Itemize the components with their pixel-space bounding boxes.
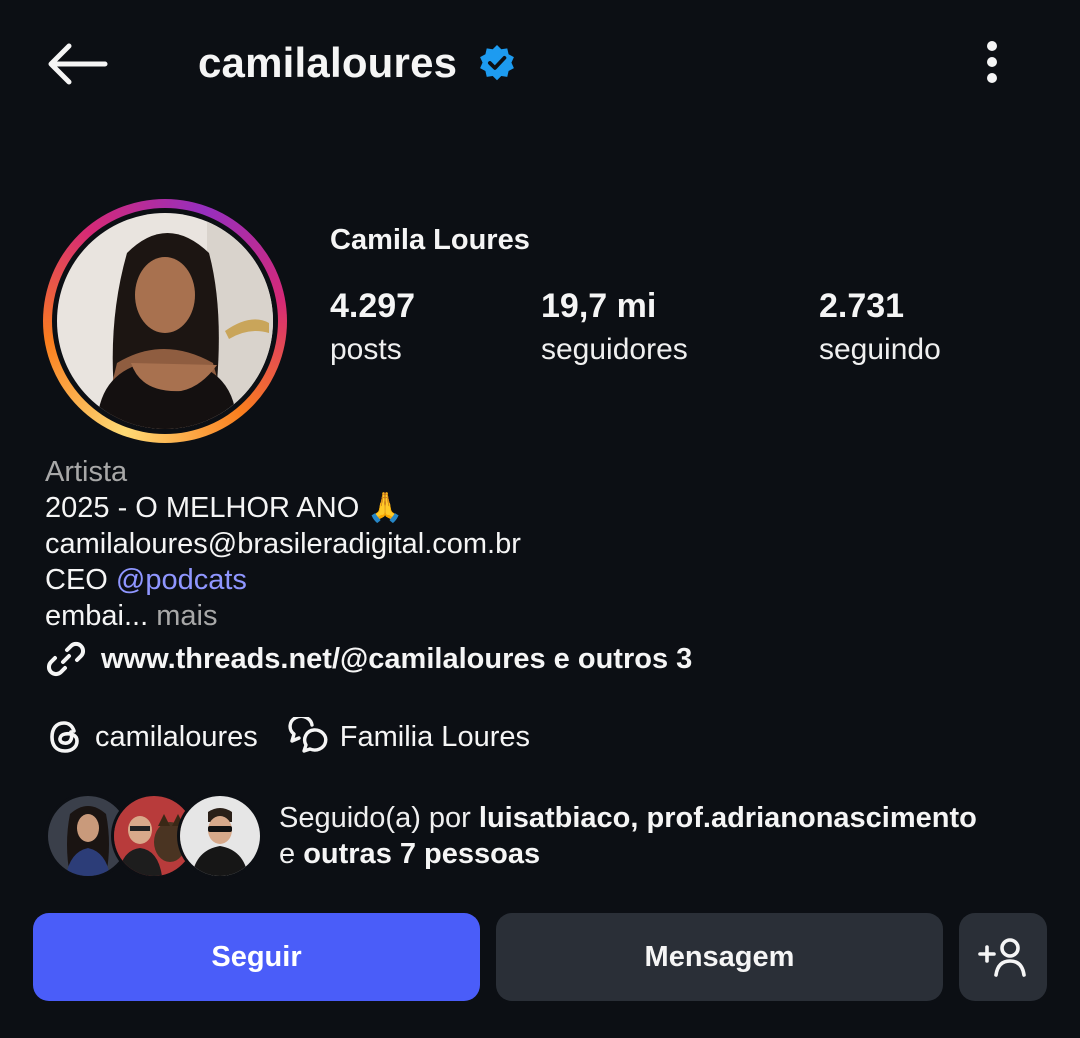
mutual-followers[interactable]: Seguido(a) por luisatbiaco, prof.adriano…	[45, 793, 977, 879]
display-name: Camila Loures	[330, 224, 530, 256]
verified-badge-icon	[477, 43, 517, 83]
bio-line: 2025 - O MELHOR ANO 🙏	[45, 492, 404, 524]
bio-more-link[interactable]: mais	[156, 600, 217, 632]
profile-chips: camilaloures Familia Loures	[45, 716, 530, 758]
bio-mention-link[interactable]: @podcats	[116, 564, 247, 596]
stat-following-label: seguindo	[819, 333, 941, 366]
arrow-left-icon	[48, 43, 108, 85]
stat-followers[interactable]: 19,7 mi seguidores	[541, 286, 688, 372]
mutual-others: outras 7 pessoas	[303, 838, 541, 870]
mutual-separator: ,	[630, 802, 647, 834]
link-icon	[46, 641, 86, 677]
bio-truncated-text: embai...	[45, 600, 157, 632]
profile-avatar-story-ring[interactable]	[43, 199, 287, 443]
mutual-avatars	[45, 793, 263, 879]
threads-chip-label: camilaloures	[95, 720, 258, 753]
mutual-user-2: prof.adrianonascimento	[646, 802, 977, 834]
back-button[interactable]	[40, 36, 114, 92]
external-link[interactable]: www.threads.net/@camilaloures e outros 3	[45, 638, 692, 680]
external-link-text: www.threads.net/@camilaloures e outros 3	[101, 642, 693, 675]
stat-posts-label: posts	[330, 333, 402, 366]
profile-screen: camilaloures Camila Loures 4.297 posts 1…	[0, 0, 1080, 1038]
bio-category: Artista	[45, 456, 128, 488]
follow-button[interactable]: Seguir	[33, 913, 480, 1001]
followed-and: e	[279, 838, 304, 870]
username: camilaloures	[198, 39, 458, 86]
stat-posts[interactable]: 4.297 posts	[330, 286, 415, 372]
community-chat-icon	[288, 717, 328, 753]
community-chip-label: Familia Loures	[339, 720, 530, 753]
bio-line-ceo: CEO @podcats	[45, 562, 1045, 598]
followed-prefix: Seguido(a) por	[279, 802, 479, 834]
message-button[interactable]: Mensagem	[496, 913, 943, 1001]
stat-following[interactable]: 2.731 seguindo	[819, 286, 941, 372]
avatar	[57, 213, 273, 429]
threads-icon	[50, 721, 79, 753]
stat-posts-value: 4.297	[330, 287, 416, 325]
bio-line-truncated: embai... mais	[45, 598, 1045, 634]
header-title: camilaloures	[198, 36, 517, 90]
mutual-followers-text: Seguido(a) por luisatbiaco, prof.adriano…	[279, 800, 977, 872]
threads-chip[interactable]: camilaloures	[45, 716, 258, 758]
bio: Artista 2025 - O MELHOR ANO 🙏 camilalour…	[45, 454, 1045, 634]
bio-email: camilaloures@brasileradigital.com.br	[45, 528, 521, 560]
avatar	[177, 793, 263, 879]
mutual-user-1: luisatbiaco	[478, 802, 631, 834]
community-chip[interactable]: Familia Loures	[286, 717, 530, 757]
add-person-icon	[978, 938, 1026, 977]
stat-following-value: 2.731	[819, 287, 905, 325]
more-options-button[interactable]	[968, 36, 1016, 88]
stat-followers-value: 19,7 mi	[541, 287, 657, 325]
three-dots-vertical-icon	[987, 41, 997, 83]
suggested-accounts-button[interactable]	[959, 913, 1047, 1001]
stat-followers-label: seguidores	[541, 333, 688, 366]
bio-ceo-prefix: CEO	[45, 564, 116, 596]
